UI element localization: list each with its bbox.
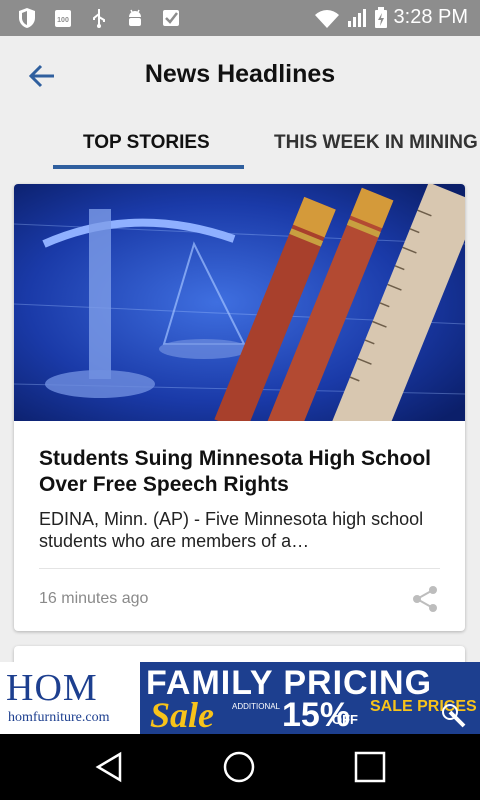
article-snippet: EDINA, Minn. (AP) - Five Minnesota high … xyxy=(39,509,424,551)
task-check-icon xyxy=(163,10,179,26)
ad-logo-panel: HOM homfurniture.com xyxy=(0,662,140,734)
ad-additional-text: ADDITIONAL xyxy=(232,702,281,711)
nav-recents-icon[interactable] xyxy=(353,750,387,784)
ad-banner[interactable]: HOM homfurniture.com FAMILY PRICING Sale… xyxy=(0,662,480,734)
ad-off-text: OFF xyxy=(332,712,358,727)
ad-website: homfurniture.com xyxy=(8,710,110,725)
shield-icon xyxy=(19,8,35,28)
nav-home-icon[interactable] xyxy=(222,750,256,784)
tab-bar: TOP STORIES THIS WEEK IN MINING xyxy=(0,116,480,171)
news-card[interactable]: Students Suing Minnesota High School Ove… xyxy=(14,184,465,631)
usb-icon xyxy=(93,9,105,28)
wifi-icon xyxy=(314,9,339,28)
ad-sale-text: Sale xyxy=(150,695,215,734)
article-timestamp: 16 minutes ago xyxy=(39,590,149,607)
status-time: 3:28 PM xyxy=(393,6,468,28)
battery-icon xyxy=(374,6,387,28)
signal-icon xyxy=(347,8,366,27)
ad-brand-logo: HOM xyxy=(6,667,98,709)
battery-100-icon: 100 xyxy=(55,10,71,27)
active-tab-indicator xyxy=(53,165,244,169)
page-title: News Headlines xyxy=(144,60,336,88)
news-feed[interactable]: Students Suing Minnesota High School Ove… xyxy=(0,170,480,662)
svg-text:100: 100 xyxy=(57,17,69,24)
card-divider xyxy=(39,568,440,569)
tab-this-week-in-mining[interactable]: THIS WEEK IN MINING xyxy=(274,132,478,154)
app-bar: News Headlines xyxy=(0,36,480,116)
nav-back-icon[interactable] xyxy=(92,750,126,784)
article-image xyxy=(14,184,465,421)
status-bar: 100 3:28 PM xyxy=(0,0,480,36)
share-icon[interactable] xyxy=(410,584,440,614)
tab-top-stories[interactable]: TOP STORIES xyxy=(83,132,210,154)
system-nav-bar xyxy=(0,734,480,800)
android-debug-icon xyxy=(129,9,141,26)
article-title[interactable]: Students Suing Minnesota High School Ove… xyxy=(39,446,439,498)
news-card-next[interactable] xyxy=(14,646,465,662)
cursor-click-icon xyxy=(442,704,466,728)
